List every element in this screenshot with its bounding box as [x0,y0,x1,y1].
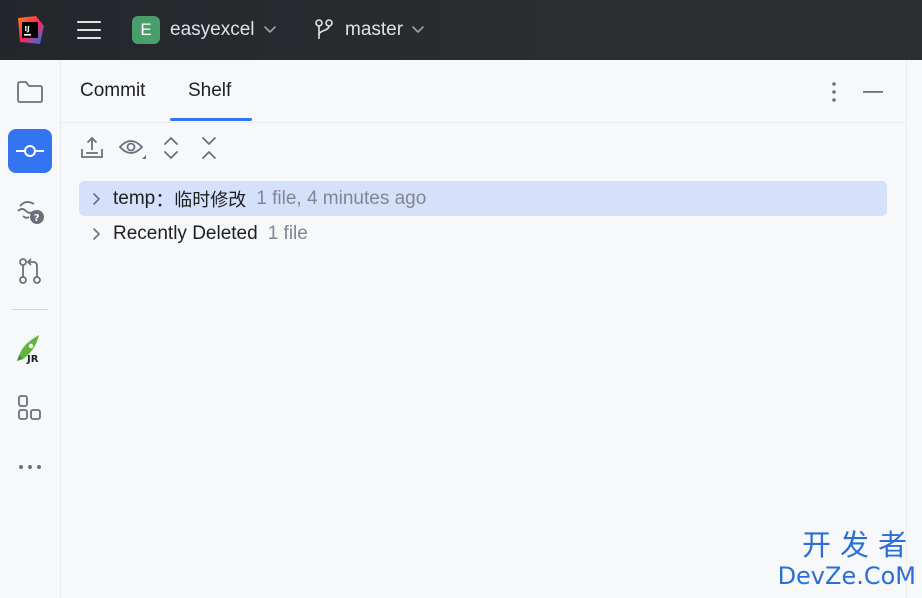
problems-icon: ? [17,201,44,224]
watermark: 开发者 DevZe.CoM [764,528,916,592]
commit-tool-button[interactable] [8,129,52,173]
title-bar: IJ E easyexcel master [0,0,922,60]
unshelve-button[interactable] [78,134,106,162]
collapse-all-icon [202,137,216,159]
preview-button[interactable] [117,134,149,162]
commit-tool-window: Commit Shelf temp ： 临时修改 1 file, 4 minut… [61,60,906,598]
tab-commit[interactable]: Commit [80,60,145,122]
recently-deleted-meta: 1 file [267,222,308,244]
problems-tool-button[interactable]: ? [8,188,52,232]
tool-window-stripe: ? JR [0,60,61,598]
preview-icon [118,140,146,159]
svg-text:?: ? [34,213,40,224]
git-branch-icon [315,19,333,39]
collapse-all-button[interactable] [195,134,223,162]
watermark-en: DevZe.CoM [777,562,916,590]
svg-text:JR: JR [26,354,39,365]
tab-bar: Commit Shelf [61,60,906,123]
folder-icon [17,81,43,103]
intellij-logo-icon[interactable]: IJ [14,14,46,46]
stripe-divider [12,309,48,310]
hide-tool-window-button[interactable] [861,80,885,104]
pull-request-icon [19,258,41,284]
commit-icon [16,145,44,157]
branch-name: master [345,19,404,40]
tab-shelf[interactable]: Shelf [188,60,231,122]
main-menu-button[interactable] [74,0,104,60]
project-selector[interactable]: E easyexcel [132,0,277,60]
branch-selector[interactable]: master [313,0,425,60]
shelf-item-meta: 1 file, 4 minutes ago [256,187,427,209]
jrebel-tool-button[interactable]: JR [8,326,52,370]
structure-tool-button[interactable] [8,386,52,430]
shelf-item[interactable]: temp ： 临时修改 1 file, 4 minutes ago [79,181,887,216]
right-tool-stripe [906,60,922,598]
project-badge: E [132,16,160,44]
chevron-right-icon[interactable] [79,227,113,241]
svg-text:IJ: IJ [25,25,30,33]
pull-requests-tool-button[interactable] [8,249,52,293]
shelf-item-label: temp [113,187,156,209]
hamburger-icon [77,21,101,39]
more-vertical-icon [832,82,836,102]
minimize-icon [863,91,883,93]
chevron-down-icon [412,26,424,33]
chevron-down-icon [263,26,276,33]
recently-deleted-label: Recently Deleted [113,222,258,244]
options-menu-button[interactable] [824,80,844,104]
expand-all-icon [164,137,178,159]
shelf-toolbar [61,122,906,174]
shelf-item-separator: ： [155,190,175,211]
unshelve-icon [81,137,103,158]
chevron-right-icon[interactable] [79,192,113,206]
recently-deleted-node[interactable]: Recently Deleted 1 file [79,216,887,251]
project-tool-button[interactable] [8,70,52,114]
structure-icon [18,395,41,420]
watermark-cn: 开发者 [801,528,916,562]
jrebel-rocket-icon: JR [17,335,39,365]
shelf-item-description: 临时修改 [174,189,247,211]
expand-all-button[interactable] [157,134,185,162]
more-horizontal-icon [19,465,41,469]
active-tab-indicator [170,118,252,121]
shelf-tree: temp ： 临时修改 1 file, 4 minutes ago Recent… [79,181,887,251]
project-name: easyexcel [170,19,255,40]
more-tools-button[interactable] [8,445,52,489]
